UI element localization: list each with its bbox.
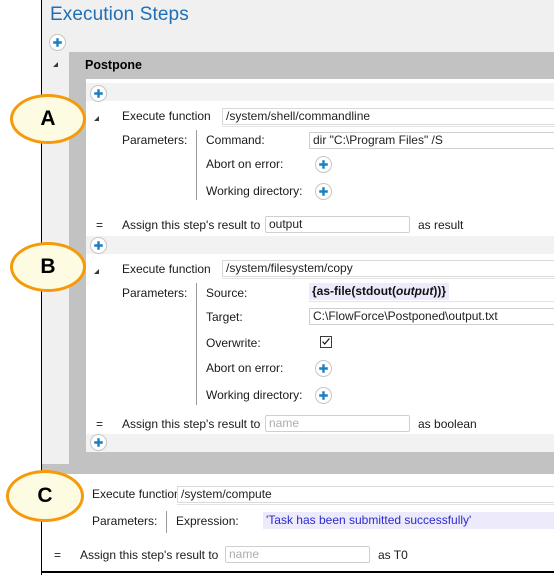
expression-text: 'Task has been submitted successfully' bbox=[266, 513, 472, 527]
step-b-param-1-label: Target: bbox=[206, 310, 243, 324]
step-a-assign-input[interactable]: output bbox=[265, 216, 410, 233]
step-a-collapse-icon[interactable] bbox=[94, 116, 99, 121]
plus-icon bbox=[318, 390, 329, 401]
callout-c-label: C bbox=[37, 484, 53, 507]
step-c-assign-input[interactable]: name bbox=[225, 546, 370, 563]
step-c-expression-input[interactable]: 'Task has been submitted successfully' bbox=[263, 512, 554, 529]
step-b-assign-input[interactable]: name bbox=[265, 415, 410, 432]
add-step-strip-a bbox=[86, 83, 554, 101]
step-b-param-2-label: Overwrite: bbox=[206, 336, 261, 350]
step-b-result-type: boolean bbox=[434, 417, 477, 431]
callout-a: A bbox=[10, 94, 86, 144]
postpone-collapse-icon[interactable] bbox=[53, 62, 58, 67]
add-step-strip-b-trailing bbox=[86, 434, 554, 452]
plus-icon bbox=[318, 159, 329, 170]
step-a-abort-on-error-add-button[interactable] bbox=[315, 156, 332, 173]
add-step-button-b-trailing[interactable] bbox=[90, 434, 107, 451]
step-c-assign-label: Assign this step's result to bbox=[80, 548, 219, 562]
step-a-parameters-rule bbox=[196, 130, 197, 200]
hairline bbox=[222, 126, 554, 127]
step-b-overwrite-checkbox[interactable] bbox=[320, 336, 332, 348]
postpone-group-label: Postpone bbox=[85, 58, 142, 72]
hairline bbox=[222, 278, 554, 279]
add-step-button-top[interactable] bbox=[49, 34, 66, 51]
step-a-result-type: result bbox=[434, 218, 464, 232]
callout-c: C bbox=[6, 470, 84, 522]
step-a-assign-label: Assign this step's result to bbox=[122, 218, 261, 232]
step-b-source-expression-input[interactable]: {as-file(stdout(output))} bbox=[309, 283, 449, 300]
step-b-parameters-rule bbox=[196, 283, 197, 405]
step-b-param-3-label: Abort on error: bbox=[206, 361, 284, 375]
step-c-function-input[interactable]: /system/compute bbox=[177, 486, 554, 503]
step-b-function-input[interactable]: /system/filesystem/copy bbox=[222, 260, 554, 277]
callout-b-label: B bbox=[40, 255, 56, 278]
step-c-param-0-label: Expression: bbox=[176, 514, 239, 528]
step-c-as-label: as T0 bbox=[378, 548, 408, 562]
step-a-param-1-label: Abort on error: bbox=[206, 157, 284, 171]
step-a-working-directory-add-button[interactable] bbox=[315, 183, 332, 200]
plus-icon bbox=[52, 37, 63, 48]
execution-steps-screen: Execution Steps Postpone Execute functio… bbox=[0, 0, 554, 575]
step-b-execute-function-label: Execute function bbox=[122, 262, 211, 276]
step-a-equals-sign: = bbox=[96, 218, 104, 232]
step-a-as-label: as result bbox=[418, 218, 463, 232]
plus-icon bbox=[318, 363, 329, 374]
step-b-abort-on-error-add-button[interactable] bbox=[315, 360, 332, 377]
plus-icon bbox=[318, 186, 329, 197]
step-b-parameters-label: Parameters: bbox=[122, 286, 188, 300]
step-a-param-2-label: Working directory: bbox=[206, 184, 303, 198]
step-c-result-type: T0 bbox=[393, 548, 408, 562]
step-b-param-0-label: Source: bbox=[206, 286, 248, 300]
step-c-execute-function-label: Execute function bbox=[92, 487, 181, 501]
bottom-frame-border bbox=[41, 571, 554, 573]
step-c-parameters-rule bbox=[166, 511, 167, 533]
as-word: as bbox=[418, 417, 435, 431]
step-b-as-label: as boolean bbox=[418, 417, 477, 431]
as-word: as bbox=[418, 218, 435, 232]
step-a-command-input[interactable]: dir "C:\Program Files" /S bbox=[309, 132, 554, 149]
page-title: Execution Steps bbox=[50, 4, 189, 25]
step-a-parameters-label: Parameters: bbox=[122, 133, 188, 147]
callout-a-label: A bbox=[40, 107, 56, 130]
plus-icon bbox=[93, 88, 104, 99]
step-c-equals-sign: = bbox=[54, 548, 62, 562]
step-b-target-input[interactable]: C:\FlowForce\Postponed\output.txt bbox=[309, 308, 554, 325]
step-a-param-0-label: Command: bbox=[206, 133, 265, 147]
callout-b: B bbox=[10, 242, 86, 292]
plus-icon bbox=[93, 437, 104, 448]
plus-icon bbox=[93, 240, 104, 251]
step-c-parameters-label: Parameters: bbox=[92, 514, 158, 528]
checkmark-icon bbox=[321, 337, 331, 347]
hairline bbox=[177, 504, 554, 505]
postpone-panel-bottom-edge bbox=[42, 464, 554, 474]
step-b-param-4-label: Working directory: bbox=[206, 388, 303, 402]
as-word: as bbox=[378, 548, 394, 562]
step-b-collapse-icon[interactable] bbox=[94, 269, 99, 274]
step-a-function-input[interactable]: /system/shell/commandline bbox=[222, 108, 554, 125]
add-step-button-b[interactable] bbox=[90, 237, 107, 254]
step-b-assign-label: Assign this step's result to bbox=[122, 417, 261, 431]
step-a-execute-function-label: Execute function bbox=[122, 109, 211, 123]
step-b-working-directory-add-button[interactable] bbox=[315, 387, 332, 404]
step-b-equals-sign: = bbox=[96, 417, 104, 431]
add-step-strip-b bbox=[86, 236, 554, 254]
source-expression-text: {as-file(stdout(output))} bbox=[312, 284, 446, 298]
hairline bbox=[309, 301, 554, 302]
add-step-button-a[interactable] bbox=[90, 85, 107, 102]
